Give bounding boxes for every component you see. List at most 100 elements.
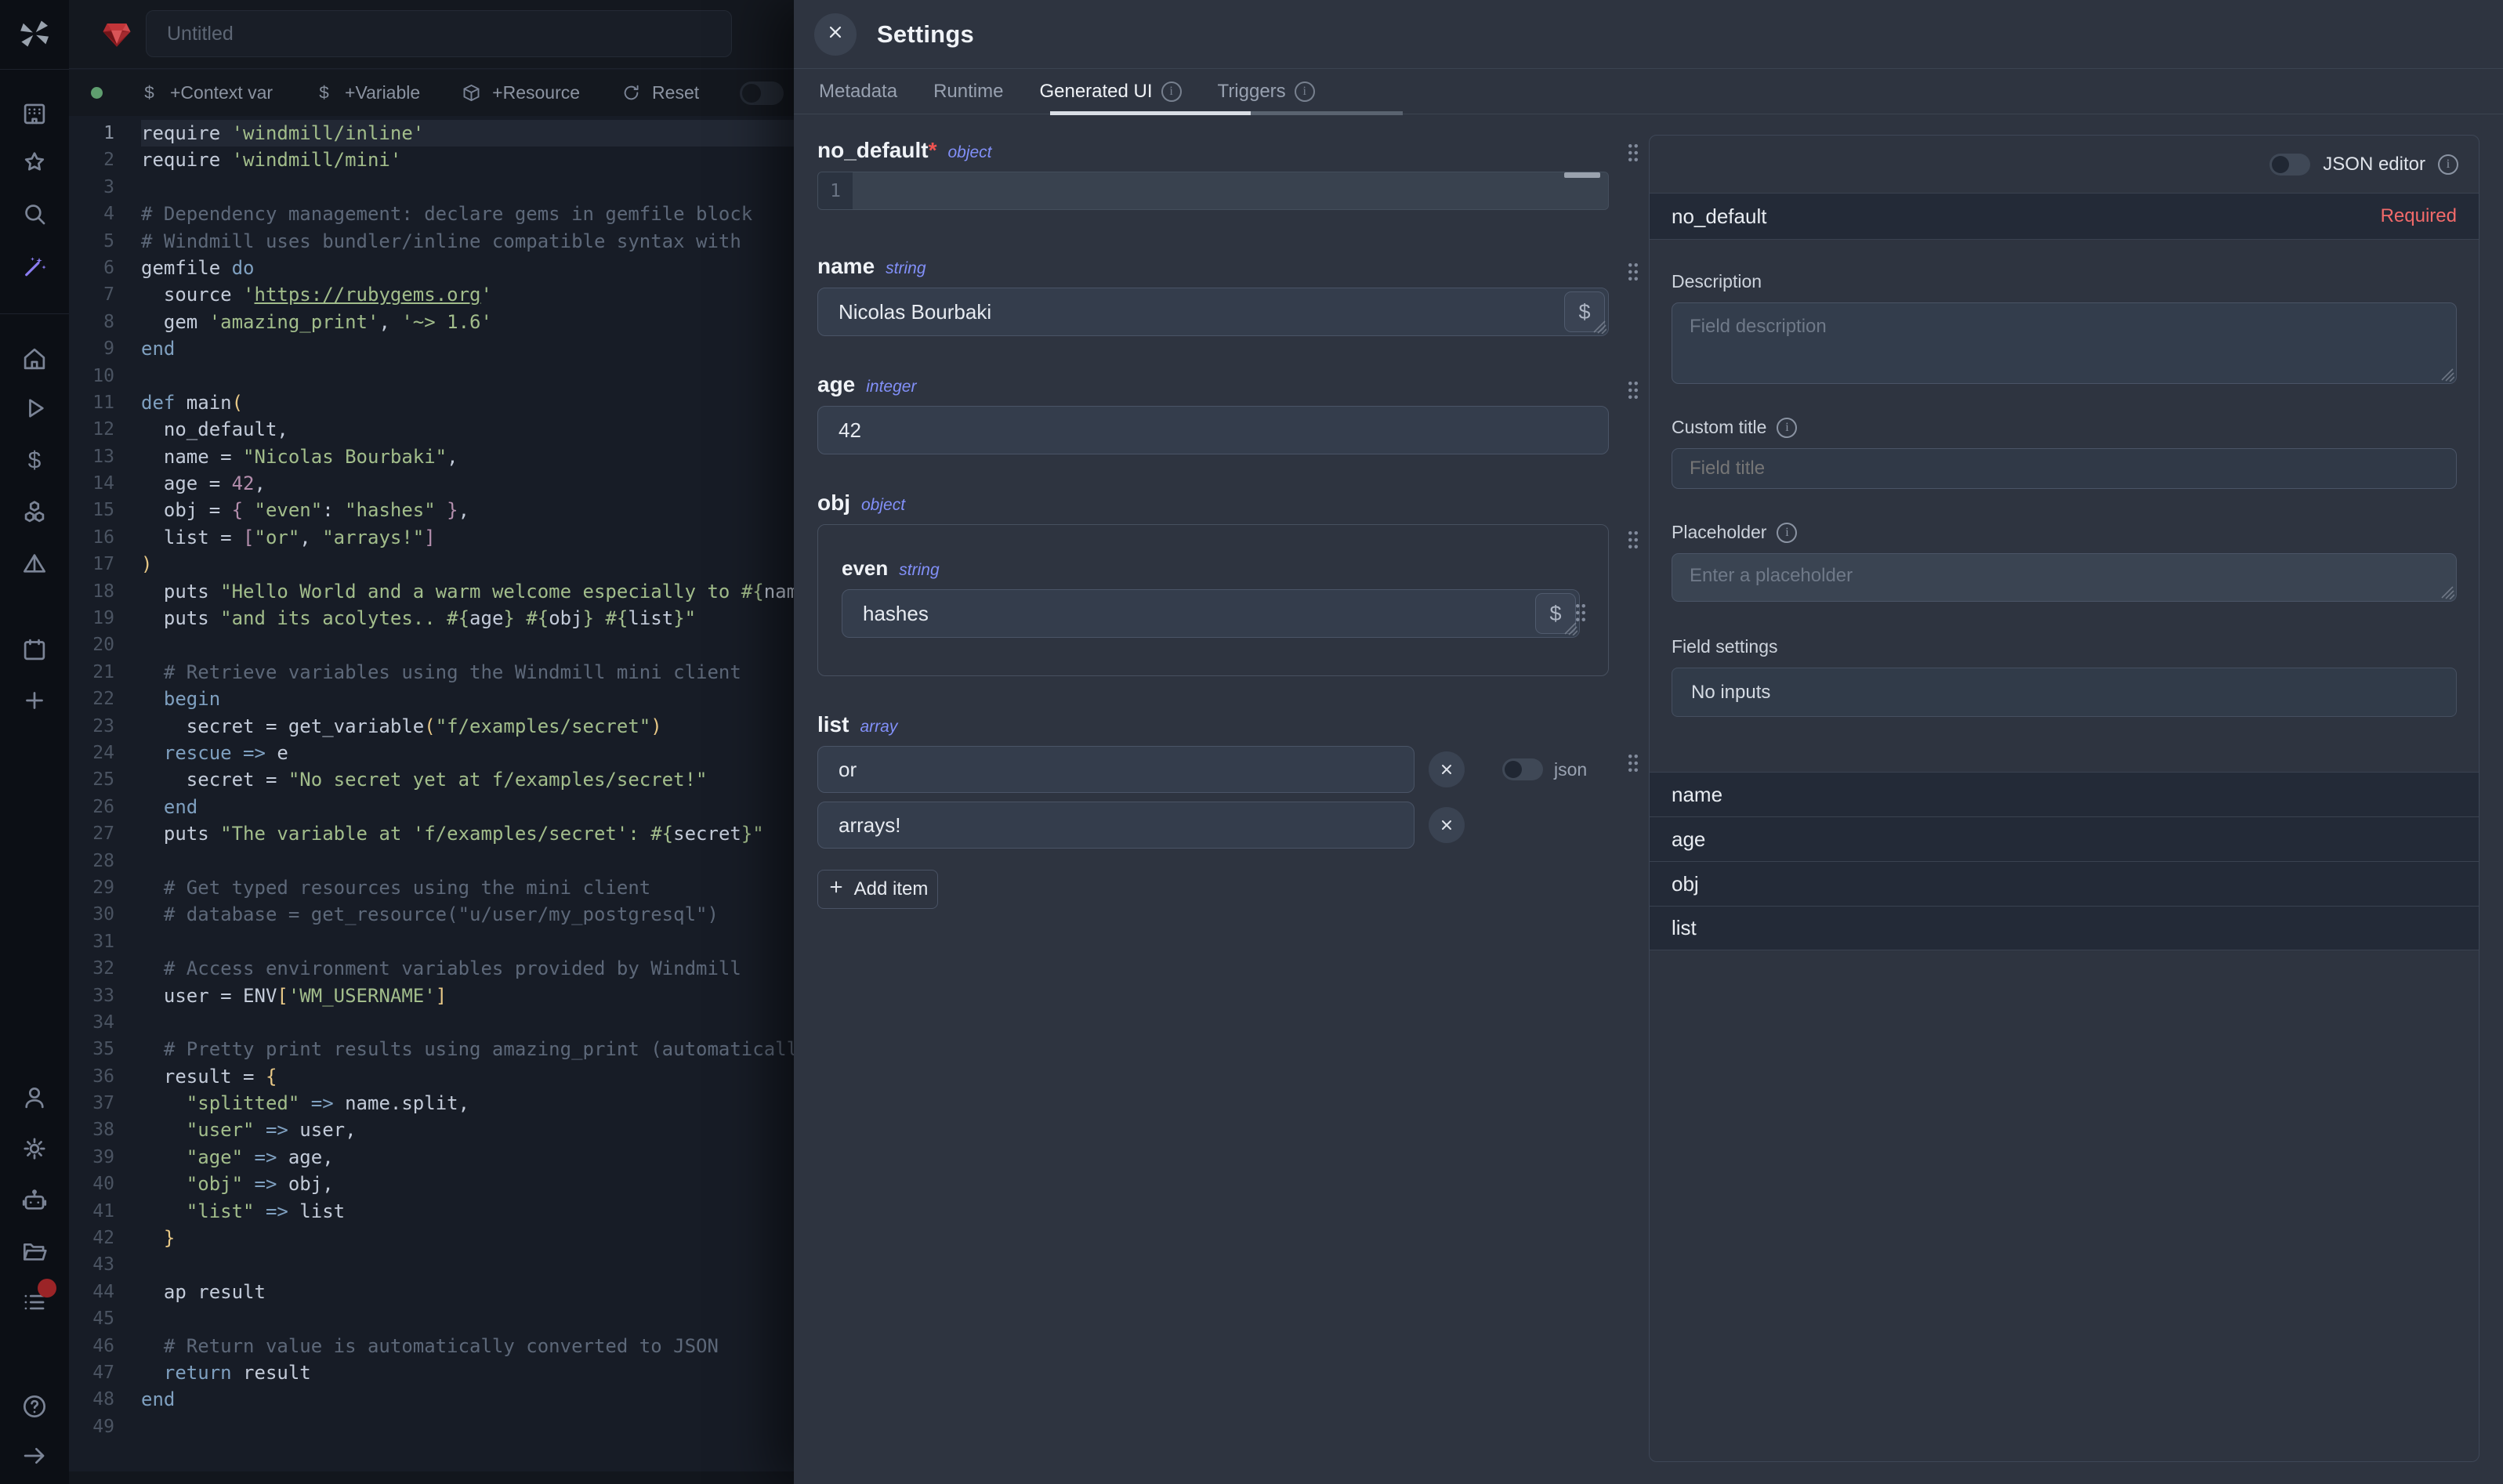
field-label: list (817, 712, 849, 737)
field-type: string (899, 561, 939, 580)
sidebar-item-account[interactable] (19, 1084, 50, 1115)
drag-dots-icon (1569, 616, 1592, 629)
reset-button[interactable]: Reset (621, 82, 699, 103)
sidebar-item-ai[interactable] (19, 252, 50, 284)
svg-text:$: $ (28, 447, 42, 473)
plus-icon (828, 878, 845, 901)
sidebar-item-apps[interactable] (19, 549, 50, 581)
sidebar-item-folders[interactable] (19, 1237, 50, 1269)
info-icon: i (1295, 81, 1315, 102)
sidebar-item-search[interactable] (19, 200, 50, 231)
name-input[interactable] (817, 288, 1609, 336)
line-number: 1 (818, 172, 853, 209)
nested-object-box: even string $ (817, 524, 1609, 676)
add-item-button[interactable]: Add item (817, 870, 938, 909)
tab-triggers[interactable]: Triggersi (1218, 81, 1315, 103)
sidebar-item-settings[interactable] (19, 1135, 50, 1166)
play-icon (20, 393, 49, 427)
info-icon[interactable]: i (2438, 154, 2458, 175)
notification-dot (38, 1279, 56, 1298)
close-button[interactable] (814, 13, 857, 56)
-context-var-button[interactable]: $+Context var (139, 82, 273, 103)
sidebar-item-create[interactable] (19, 686, 50, 718)
sidebar-item-runs[interactable] (19, 394, 50, 425)
dollar-icon: $ (139, 82, 160, 103)
placeholder-textarea[interactable] (1672, 553, 2457, 602)
drag-handle[interactable] (1621, 259, 1645, 287)
variable-picker-button[interactable]: $ (1564, 291, 1605, 332)
remove-item-button[interactable] (1429, 751, 1465, 787)
sidebar-item-schedules[interactable] (19, 635, 50, 667)
tab-generated-ui[interactable]: Generated UIi (1039, 81, 1181, 103)
drag-handle[interactable] (1621, 750, 1645, 778)
tab-metadata[interactable]: Metadata (819, 81, 897, 103)
field-age: age integer (817, 372, 1649, 454)
drag-handle[interactable] (1621, 139, 1645, 168)
accordion-row-list[interactable]: list (1650, 906, 2479, 950)
field-no_default: no_default* object 1 (817, 138, 1649, 210)
divider (0, 69, 69, 70)
info-icon[interactable]: i (1777, 418, 1797, 438)
json-mode-toggle[interactable] (1502, 758, 1543, 780)
star-icon (20, 148, 49, 182)
field-label: name (817, 254, 875, 279)
field-obj: obj object even string $ (817, 490, 1649, 676)
sidebar-item-audit-logs[interactable] (19, 1288, 50, 1319)
robot-icon (20, 1185, 49, 1219)
sidebar-item-workers[interactable] (19, 1186, 50, 1218)
prism-icon (20, 548, 49, 582)
-variable-button[interactable]: $+Variable (313, 82, 420, 103)
status-dot (91, 87, 103, 99)
list-item-input[interactable] (817, 802, 1415, 849)
age-input[interactable] (817, 406, 1609, 454)
arrow-right-icon (20, 1441, 49, 1475)
sidebar-item-favorites[interactable] (19, 149, 50, 180)
description-textarea[interactable] (1672, 302, 2457, 384)
json-editor-label: JSON editor (2323, 154, 2425, 176)
sidebar-item-resources[interactable] (19, 498, 50, 530)
script-name-input[interactable] (146, 10, 732, 57)
plus-icon (20, 686, 49, 719)
list-item-row (817, 802, 1632, 849)
svg-text:$: $ (319, 82, 329, 102)
custom-title-input[interactable] (1672, 448, 2457, 489)
info-icon[interactable]: i (1777, 523, 1797, 543)
sidebar-item-variables[interactable]: $ (19, 447, 50, 478)
selected-field-header[interactable]: no_default Required (1650, 193, 2479, 240)
-resource-button[interactable]: +Resource (461, 82, 580, 103)
settings-header: Settings (794, 0, 2503, 69)
sidebar-item-home[interactable] (19, 345, 50, 376)
field-label: obj (817, 490, 850, 516)
list-item-input[interactable] (817, 746, 1415, 793)
field-name: name string $ (817, 254, 1649, 336)
no-default-json-input[interactable]: 1 (817, 172, 1609, 210)
field-settings-empty: No inputs (1672, 668, 2457, 717)
json-toggle-label: json (1554, 759, 1587, 780)
drag-handle[interactable] (1569, 599, 1592, 628)
description-label: Description (1672, 271, 2457, 292)
accordion-row-obj[interactable]: obj (1650, 861, 2479, 906)
drag-handle[interactable] (1621, 527, 1645, 555)
drag-dots-icon (1621, 393, 1645, 407)
sidebar-item-expand[interactable] (19, 1442, 50, 1473)
accordion-row-age[interactable]: age (1650, 816, 2479, 861)
tab-runtime[interactable]: Runtime (933, 81, 1003, 103)
field-type: object (947, 143, 991, 162)
sidebar-item-help[interactable] (19, 1392, 50, 1424)
sidebar-item-workspace[interactable] (19, 100, 50, 131)
folder-icon (20, 1236, 49, 1270)
dollar-icon: $ (313, 82, 335, 103)
field-label: age (817, 372, 855, 397)
close-icon (826, 23, 845, 45)
accordion-row-name[interactable]: name (1650, 772, 2479, 816)
assistant-toggle[interactable] (740, 81, 784, 105)
user-icon (20, 1083, 49, 1117)
drag-dots-icon (1621, 543, 1645, 556)
json-editor-toggle[interactable] (2269, 154, 2310, 176)
field-type: integer (866, 378, 916, 396)
editor-scrollbar[interactable] (1564, 172, 1600, 178)
remove-item-button[interactable] (1429, 807, 1465, 843)
even-input[interactable] (842, 589, 1580, 638)
required-badge: Required (2381, 205, 2457, 227)
drag-handle[interactable] (1621, 377, 1645, 405)
